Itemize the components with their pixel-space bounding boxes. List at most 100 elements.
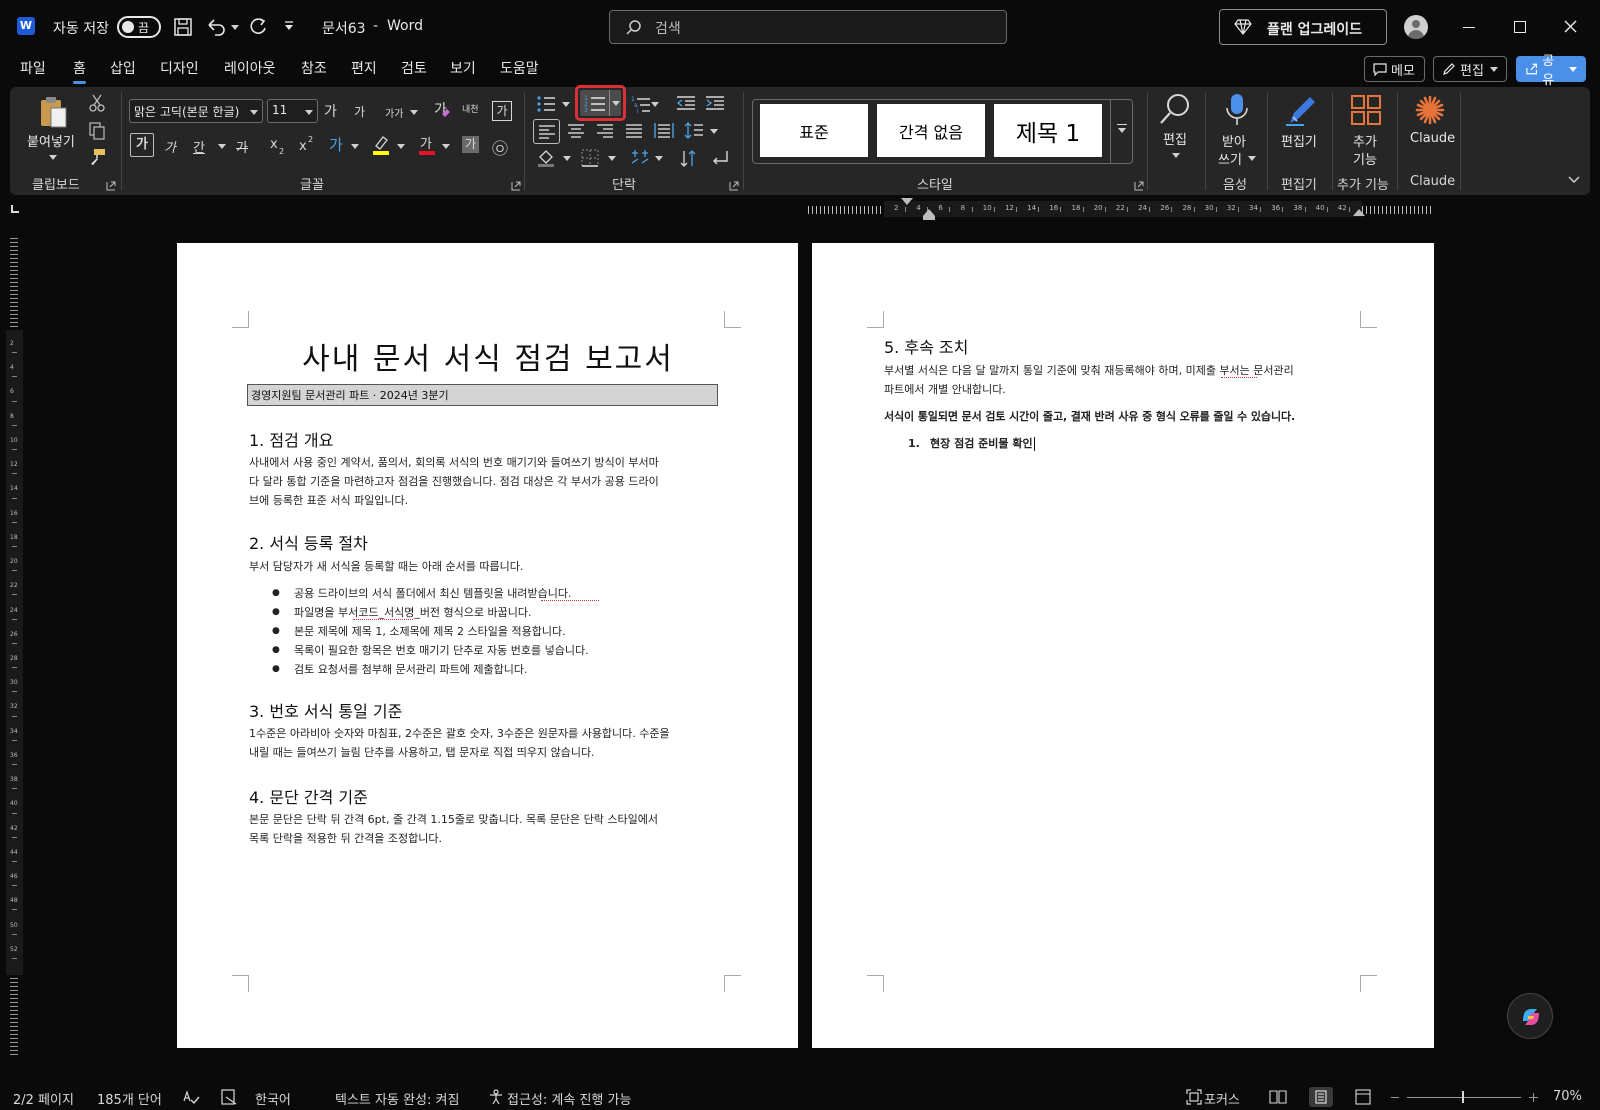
numbering-dropdown-icon[interactable]	[612, 101, 620, 106]
font-size-select[interactable]: 11	[267, 99, 318, 123]
style-heading-1[interactable]: 제목 1	[994, 104, 1102, 157]
format-painter-icon[interactable]	[88, 148, 106, 166]
zoom-slider[interactable]	[1407, 1091, 1521, 1103]
tab-file[interactable]: 파일	[20, 58, 46, 78]
multilevel-dropdown-icon[interactable]	[651, 102, 659, 107]
highlight-dropdown-icon[interactable]	[397, 144, 405, 149]
list-item[interactable]: 공용 드라이브의 서식 폴더에서 최신 템플릿을 내려받습니다.	[272, 584, 572, 603]
bold-paragraph[interactable]: 서식이 통일되면 문서 검토 시간이 줄고, 결재 반려 사유 중 형식 오류를…	[884, 407, 1295, 426]
claude-icon[interactable]	[1414, 94, 1446, 126]
web-layout-icon[interactable]	[1355, 1089, 1371, 1105]
styles-more-button[interactable]	[1110, 100, 1133, 163]
undo-icon[interactable]	[205, 17, 227, 37]
zoom-slider-thumb[interactable]	[1462, 1091, 1464, 1103]
accessibility-status[interactable]: 접근성: 계속 진행 가능	[507, 1089, 631, 1108]
align-center-icon[interactable]	[567, 123, 585, 138]
save-icon[interactable]	[173, 17, 193, 37]
style-normal[interactable]: 표준	[760, 104, 868, 157]
paragraph-line[interactable]: 브에 등록한 표준 서식 파일입니다.	[249, 491, 408, 510]
document-subtitle[interactable]: 경영지원팀 문서관리 파트 · 2024년 3분기	[247, 384, 718, 406]
zoom-in-icon[interactable]	[1529, 1093, 1538, 1102]
add-ins-icon[interactable]	[1350, 94, 1382, 126]
borders-dropdown-icon[interactable]	[608, 156, 616, 161]
tab-mailings[interactable]: 편지	[351, 58, 377, 78]
zoom-level[interactable]: 70%	[1553, 1089, 1582, 1104]
enclose-characters-icon[interactable]: 가	[492, 101, 512, 121]
editing-mode-button[interactable]: 편집	[1433, 56, 1507, 82]
borders-icon[interactable]	[581, 149, 599, 167]
add-ins-label-2[interactable]: 기능	[1353, 149, 1377, 168]
font-color-dropdown-icon[interactable]	[442, 144, 450, 149]
paragraph-line[interactable]: 본문 문단은 단락 뒤 간격 6pt, 줄 간격 1.15줄로 맞춥니다. 목록…	[249, 810, 658, 829]
read-mode-icon[interactable]	[1269, 1090, 1287, 1104]
dictate-label-1[interactable]: 받아	[1222, 131, 1246, 150]
section-heading[interactable]: 5. 후속 조치	[884, 334, 968, 358]
upgrade-plan-button[interactable]: 플랜 업그레이드	[1219, 9, 1387, 45]
hanging-indent-marker[interactable]	[923, 209, 935, 216]
phonetic-guide-icon[interactable]: 내천	[462, 102, 479, 115]
focus-icon[interactable]	[1186, 1089, 1202, 1105]
tab-references[interactable]: 참조	[301, 58, 327, 78]
section-heading[interactable]: 2. 서식 등록 절차	[249, 530, 368, 554]
decrease-indent-icon[interactable]	[676, 95, 696, 111]
numbering-button[interactable]: 123	[575, 85, 626, 121]
horizontal-ruler[interactable]: 2 4 6 8 10 12 14 16 18 20 22 24 26 28 30 32 34 36 38 40 42	[0, 196, 1600, 220]
grow-font-icon[interactable]: 가	[324, 101, 337, 121]
text-effects-icon[interactable]: 가	[328, 135, 346, 153]
copy-icon[interactable]	[89, 122, 105, 140]
list-item[interactable]: 목록이 필요한 항목은 번호 매기기 단추로 자동 번호를 넣습니다.	[272, 641, 589, 660]
maximize-icon[interactable]	[1514, 21, 1526, 33]
customize-qat-icon[interactable]	[283, 20, 295, 32]
change-case-dropdown-icon[interactable]	[410, 110, 418, 115]
proofing-icon[interactable]	[182, 1089, 200, 1105]
sort-icon[interactable]	[679, 149, 699, 169]
bullets-dropdown-icon[interactable]	[562, 102, 570, 107]
search-box[interactable]: 검색	[609, 10, 1007, 44]
dictate-label-2[interactable]: 쓰기	[1218, 149, 1242, 168]
add-ins-label-1[interactable]: 추가	[1353, 131, 1377, 150]
dialog-launcher-icon[interactable]	[511, 181, 521, 191]
microphone-icon[interactable]	[1225, 93, 1249, 127]
shading-dropdown-icon[interactable]	[563, 156, 571, 161]
justify-icon[interactable]	[625, 123, 643, 138]
autosave-toggle[interactable]: 끔	[117, 16, 161, 38]
shrink-font-icon[interactable]: 가	[354, 103, 365, 120]
tab-layout[interactable]: 레이아웃	[224, 58, 276, 78]
redo-icon[interactable]	[248, 17, 268, 37]
style-no-spacing[interactable]: 간격 없음	[877, 104, 985, 157]
collapse-ribbon-icon[interactable]	[1568, 176, 1580, 184]
paste-dropdown-icon[interactable]	[49, 155, 57, 160]
shading-icon[interactable]	[537, 148, 557, 168]
line-spacing-dropdown-icon[interactable]	[710, 129, 718, 134]
find-icon[interactable]	[1158, 92, 1192, 126]
share-button[interactable]: 공유	[1516, 54, 1586, 88]
paste-label[interactable]: 붙여넣기	[27, 131, 75, 150]
clear-formatting-icon[interactable]: 가	[433, 100, 451, 120]
align-right-icon[interactable]	[596, 123, 614, 138]
underline-button[interactable]: 간	[193, 137, 205, 156]
language-indicator[interactable]: 한국어	[255, 1089, 291, 1108]
increase-indent-icon[interactable]	[705, 95, 725, 111]
editing-label[interactable]: 편집	[1163, 129, 1187, 148]
left-indent-marker[interactable]	[923, 216, 935, 220]
copilot-button[interactable]	[1507, 993, 1553, 1039]
minimize-icon[interactable]	[1463, 27, 1475, 28]
superscript-button[interactable]: x	[299, 139, 307, 154]
page-2[interactable]: 5. 후속 조치 부서별 서식은 다음 달 말까지 통일 기준에 맞춰 재등록해…	[812, 243, 1434, 1048]
account-avatar[interactable]	[1404, 15, 1428, 39]
font-name-select[interactable]: 맑은 고딕(본문 한글)	[129, 99, 263, 123]
editing-dropdown-icon[interactable]	[1172, 153, 1180, 158]
page-1[interactable]: 사내 문서 서식 점검 보고서 경영지원팀 문서관리 파트 · 2024년 3분…	[177, 243, 798, 1048]
distributed-icon[interactable]	[654, 122, 674, 139]
section-heading[interactable]: 4. 문단 간격 기준	[249, 784, 368, 808]
section-heading[interactable]: 1. 점검 개요	[249, 427, 333, 451]
italic-button[interactable]: 가	[164, 137, 176, 156]
focus-mode[interactable]: 포커스	[1204, 1089, 1240, 1108]
multilevel-list-icon[interactable]: 1ai	[631, 95, 651, 113]
bullets-icon[interactable]	[536, 95, 556, 113]
tab-design[interactable]: 디자인	[160, 58, 199, 78]
claude-label[interactable]: Claude	[1410, 131, 1455, 146]
bold-button[interactable]: 가	[130, 133, 154, 157]
cut-icon[interactable]	[89, 94, 105, 112]
dialog-launcher-icon[interactable]	[106, 181, 116, 191]
